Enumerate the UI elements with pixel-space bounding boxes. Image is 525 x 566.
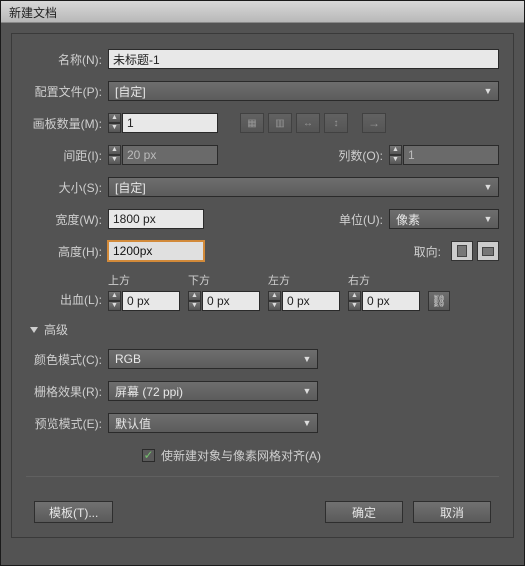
profile-label: 配置文件(P):	[26, 83, 108, 100]
arrange-col-button[interactable]: ↕	[324, 113, 348, 133]
orient-label: 取向:	[401, 243, 447, 260]
advanced-label: 高级	[44, 321, 68, 338]
spacing-stepper: ▲▼	[108, 145, 121, 165]
chevron-down-icon: ▼	[299, 386, 315, 396]
chevron-down-icon: ▼	[480, 86, 496, 96]
bleed-bottom-input[interactable]	[202, 291, 260, 311]
chevron-down-icon: ▼	[299, 418, 315, 428]
profile-value: [自定]	[115, 83, 146, 100]
new-document-dialog: 新建文档 名称(N): 配置文件(P): [自定] ▼ 画板数量(M): ▲▼ …	[0, 0, 525, 566]
raster-label: 栅格效果(R):	[26, 383, 108, 400]
chevron-down-icon: ▼	[299, 354, 315, 364]
height-label: 高度(H):	[26, 243, 108, 260]
orientation-landscape-button[interactable]	[477, 241, 499, 261]
divider	[26, 476, 499, 477]
bleed-right-input[interactable]	[362, 291, 420, 311]
size-select[interactable]: [自定] ▼	[108, 177, 499, 197]
disclosure-triangle-icon	[30, 327, 38, 333]
advanced-section-toggle[interactable]: 高级	[30, 321, 499, 338]
titlebar[interactable]: 新建文档	[1, 1, 524, 23]
main-panel: 名称(N): 配置文件(P): [自定] ▼ 画板数量(M): ▲▼ ▦ ▥ ↔…	[11, 33, 514, 538]
bleed-top-label: 上方	[108, 272, 130, 288]
raster-value: 屏幕 (72 ppi)	[115, 383, 183, 400]
units-label: 单位(U):	[329, 211, 389, 228]
bleed-label: 出血(L):	[26, 291, 108, 311]
columns-input	[403, 145, 499, 165]
preview-value: 默认值	[115, 415, 151, 432]
cancel-button[interactable]: 取消	[413, 501, 491, 523]
name-input[interactable]	[108, 49, 499, 69]
grid-by-row-button[interactable]: ▦	[240, 113, 264, 133]
check-icon: ✓	[143, 450, 153, 461]
name-label: 名称(N):	[26, 51, 108, 68]
grid-by-col-button[interactable]: ▥	[268, 113, 292, 133]
spacing-input	[122, 145, 218, 165]
bleed-top-stepper[interactable]: ▲▼	[108, 291, 121, 311]
bleed-top-input[interactable]	[122, 291, 180, 311]
arrow-right-icon: →	[368, 116, 380, 130]
height-input[interactable]	[108, 241, 204, 261]
bleed-bottom-label: 下方	[188, 272, 210, 288]
link-icon: ⛓	[431, 294, 446, 308]
bleed-left-label: 左方	[268, 272, 290, 288]
bleed-right-label: 右方	[348, 272, 370, 288]
template-button[interactable]: 模板(T)...	[34, 501, 113, 523]
artboards-label: 画板数量(M):	[26, 115, 108, 132]
window-title: 新建文档	[9, 6, 57, 20]
columns-stepper: ▲▼	[389, 145, 402, 165]
chevron-down-icon: ▼	[480, 182, 496, 192]
arrange-row-button[interactable]: ↔	[296, 113, 320, 133]
spacing-label: 间距(I):	[26, 147, 108, 164]
units-value: 像素	[396, 211, 420, 228]
arrange-right-button[interactable]: →	[362, 113, 386, 133]
profile-select[interactable]: [自定] ▼	[108, 81, 499, 101]
align-pixel-grid-checkbox[interactable]: ✓	[142, 449, 155, 462]
artboards-input[interactable]	[122, 113, 218, 133]
units-select[interactable]: 像素 ▼	[389, 209, 499, 229]
ok-button[interactable]: 确定	[325, 501, 403, 523]
bleed-bottom-stepper[interactable]: ▲▼	[188, 291, 201, 311]
bleed-right-stepper[interactable]: ▲▼	[348, 291, 361, 311]
chevron-down-icon: ▼	[480, 214, 496, 224]
preview-label: 预览模式(E):	[26, 415, 108, 432]
orientation-portrait-button[interactable]	[451, 241, 473, 261]
bleed-left-input[interactable]	[282, 291, 340, 311]
width-input[interactable]	[108, 209, 204, 229]
size-label: 大小(S):	[26, 179, 108, 196]
size-value: [自定]	[115, 179, 146, 196]
bleed-link-button[interactable]: ⛓	[428, 291, 450, 311]
bleed-left-stepper[interactable]: ▲▼	[268, 291, 281, 311]
preview-select[interactable]: 默认值 ▼	[108, 413, 318, 433]
colormode-label: 颜色模式(C):	[26, 351, 108, 368]
raster-select[interactable]: 屏幕 (72 ppi) ▼	[108, 381, 318, 401]
columns-label: 列数(O):	[329, 147, 389, 164]
colormode-select[interactable]: RGB ▼	[108, 349, 318, 369]
artboards-stepper[interactable]: ▲▼	[108, 113, 121, 133]
colormode-value: RGB	[115, 352, 141, 366]
align-pixel-grid-label: 使新建对象与像素网格对齐(A)	[161, 447, 321, 464]
width-label: 宽度(W):	[26, 211, 108, 228]
